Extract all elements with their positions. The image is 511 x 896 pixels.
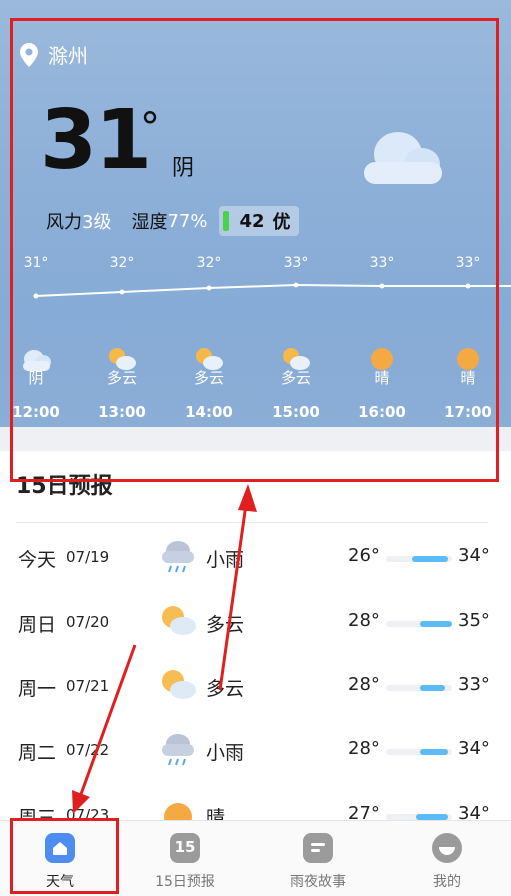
calendar-15-icon: 15: [170, 833, 200, 863]
tab-label: 雨夜故事: [290, 874, 346, 890]
forecast-high: 34°: [458, 545, 490, 566]
forecast-high: 33°: [458, 674, 490, 695]
forecast-condition: 多云: [206, 678, 245, 700]
hourly-time: 14:00: [185, 403, 233, 421]
weather-metrics: 风力 3级 湿度 77% 42 优: [46, 206, 299, 236]
hourly-temp: 31°: [23, 255, 49, 271]
forecast-condition: 小雨: [206, 742, 245, 764]
forecast-row[interactable]: 今天 07/19 小雨 26° 34°: [0, 533, 511, 583]
forecast-condition: 小雨: [206, 549, 245, 571]
forecast-day: 周二: [18, 742, 57, 764]
forecast-low: 28°: [348, 738, 380, 759]
hourly-temp: 32°: [109, 255, 135, 271]
forecast-day: 今天: [18, 549, 57, 571]
profile-icon: [432, 833, 462, 863]
location[interactable]: 滁州: [20, 40, 88, 69]
forecast-high: 34°: [458, 738, 490, 759]
hourly-condition: 多云: [193, 369, 224, 387]
hourly-condition: 晴: [374, 369, 390, 387]
hourly-time: 12:00: [12, 403, 60, 421]
bottom-tab-bar: 天气 15 15日预报 雨夜故事 我的: [0, 820, 511, 896]
wind-value: 3级: [82, 212, 112, 233]
temperature-range-fill: [420, 685, 446, 691]
tab-label: 我的: [433, 874, 461, 890]
forecast-low: 26°: [348, 545, 380, 566]
calendar-badge: 15: [174, 838, 196, 856]
hourly-time: 13:00: [98, 403, 146, 421]
aqi-badge[interactable]: 42 优: [219, 206, 299, 236]
degree-symbol: °: [140, 105, 160, 151]
wind-label: 风力: [46, 212, 82, 233]
temperature-range-fill: [420, 749, 449, 755]
temperature-range-bar: [386, 621, 452, 627]
partly-cloudy-icon: [162, 606, 196, 635]
hourly-condition: 多云: [280, 369, 311, 387]
current-weather-panel: 滁州 31 ° 阴 风力 3级 湿度 77% 42 优 31° 阴 12:00 …: [0, 0, 511, 440]
aqi-level: 优: [272, 212, 291, 233]
forecast-date: 07/19: [66, 548, 110, 566]
forecast-row[interactable]: 周日 07/20 多云 28° 35°: [0, 598, 511, 648]
forecast-high: 35°: [458, 610, 490, 631]
hourly-time: 16:00: [358, 403, 406, 421]
hourly-temp: 32°: [196, 255, 222, 271]
hourly-condition: 阴: [28, 369, 44, 387]
temperature-range-bar: [386, 556, 452, 562]
rain-icon: [162, 541, 194, 573]
tab-story[interactable]: 雨夜故事: [258, 833, 378, 891]
forecast-low: 28°: [348, 610, 380, 631]
humidity-label: 湿度: [131, 212, 168, 233]
hourly-condition: 晴: [460, 369, 476, 387]
forecast-day: 周日: [18, 614, 57, 636]
hourly-time: 15:00: [272, 403, 320, 421]
cloud-icon: [364, 132, 442, 184]
tab-label: 15日预报: [155, 874, 215, 890]
current-temperature: 31: [40, 93, 152, 188]
section-separator: [0, 427, 511, 451]
temperature-range-fill: [412, 556, 449, 562]
tab-profile[interactable]: 我的: [387, 833, 507, 891]
hourly-condition: 多云: [106, 369, 137, 387]
divider: [16, 522, 488, 523]
hourly-temp: 33°: [283, 255, 309, 271]
forecast-low: 28°: [348, 674, 380, 695]
temperature-range-bar: [386, 749, 452, 755]
location-pin-icon: [20, 42, 38, 67]
temperature-range-bar: [386, 685, 452, 691]
temperature-range-fill: [420, 621, 452, 627]
forecast-condition: 多云: [206, 614, 245, 636]
tab-weather[interactable]: 天气: [0, 833, 120, 891]
forecast-title: 15日预报: [16, 474, 113, 499]
humidity-value: 77%: [167, 210, 208, 232]
forecast-date: 07/21: [66, 677, 110, 695]
forecast-row[interactable]: 周二 07/22 小雨 28° 34°: [0, 726, 511, 776]
tab-15day[interactable]: 15 15日预报: [125, 833, 245, 891]
hourly-temp: 33°: [369, 255, 395, 271]
tab-label: 天气: [46, 874, 74, 890]
forecast-date: 07/20: [66, 613, 110, 631]
hourly-temp: 33°: [455, 255, 481, 271]
aqi-value: 42: [239, 210, 265, 232]
city-name: 滁州: [48, 44, 88, 68]
home-icon: [45, 833, 75, 863]
story-icon: [303, 833, 333, 863]
aqi-level-bar: [223, 211, 230, 231]
current-condition: 阴: [172, 156, 195, 181]
forecast-day: 周一: [18, 678, 57, 700]
partly-cloudy-icon: [162, 670, 196, 699]
forecast-date: 07/22: [66, 741, 110, 759]
hourly-time: 17:00: [444, 403, 492, 421]
forecast-row[interactable]: 周一 07/21 多云 28° 33°: [0, 662, 511, 712]
rain-icon: [162, 734, 194, 766]
hourly-forecast[interactable]: 31° 阴 12:00 32° 多云 13:00 32° 多云 14:00 33…: [0, 255, 511, 425]
